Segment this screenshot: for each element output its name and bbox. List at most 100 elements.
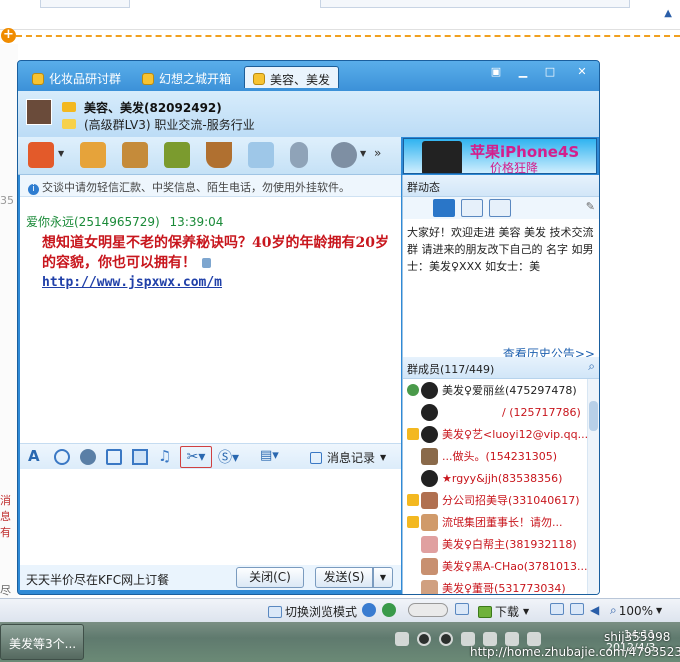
member-row[interactable]: 美发♀黑A-CHao(3781013...	[407, 555, 588, 577]
chevron-down-icon: ▼	[656, 606, 663, 615]
send-button[interactable]: 发送(S)	[315, 567, 373, 588]
member-row[interactable]: ★rgyy&jjh(83538356)	[407, 467, 587, 489]
tab-label: 化妆品研讨群	[49, 72, 122, 86]
member-avatar	[421, 447, 438, 465]
phone-image	[422, 141, 462, 173]
group-avatar[interactable]	[26, 99, 52, 125]
info-icon: i	[28, 184, 39, 195]
microphone-icon[interactable]	[290, 142, 308, 168]
chevron-down-icon[interactable]: ▼	[58, 149, 64, 158]
taskbar-qq-button[interactable]: 美发等3个...	[0, 624, 84, 660]
member-header: 群成员(117/449) ⌕	[403, 357, 599, 379]
more-icon[interactable]: »	[374, 146, 381, 160]
message-input[interactable]	[20, 469, 401, 569]
side-fragment: 消息有	[0, 494, 11, 539]
chevron-down-icon: ▼	[523, 607, 530, 616]
page-divider	[16, 35, 680, 37]
member-row[interactable]: 美发♀白帮主(381932118)	[407, 533, 587, 555]
security-icon[interactable]	[382, 603, 396, 617]
message-body: 想知道女明星不老的保养秘诀吗？40岁的年龄拥有20岁的容貌，你也可以拥有！	[42, 233, 392, 273]
close-icon[interactable]: ✕	[574, 65, 590, 79]
zoom-icon: ⌕	[610, 603, 617, 617]
volume-tray-icon[interactable]	[505, 632, 519, 646]
image-icon[interactable]	[132, 449, 148, 465]
member-row[interactable]: / (125717786)	[407, 401, 587, 423]
plus-icon[interactable]: +	[1, 28, 16, 43]
owner-icon	[407, 384, 419, 396]
qq-penguin-avatar	[421, 425, 438, 443]
photo-icon[interactable]	[461, 199, 483, 217]
screenshot-icon[interactable]: ✂▾	[180, 446, 212, 468]
iphone-ad-banner[interactable]: 苹果iPhone4S 价格狂降	[403, 138, 597, 174]
maximize-icon[interactable]: □	[542, 65, 558, 79]
compat-mode-label: 切换浏览模式	[285, 605, 358, 619]
member-row[interactable]: 美发♀爱丽丝(475297478)	[407, 379, 587, 401]
member-row[interactable]: 美发♀董哥(531773034)	[407, 577, 587, 594]
video-chat-icon[interactable]: ▤▾	[260, 448, 290, 464]
print-icon[interactable]	[570, 603, 587, 615]
music-icon[interactable]: ♫	[158, 447, 174, 465]
notice-tabs: ✎	[403, 197, 599, 219]
qq-tray-icon[interactable]	[439, 632, 453, 646]
window-menu-icon[interactable]: ▣	[488, 65, 504, 79]
search-icon[interactable]: ⌕	[588, 359, 595, 374]
notice-header: 群动态	[403, 175, 599, 197]
chevron-down-icon[interactable]: ▼	[360, 149, 366, 158]
edit-icon[interactable]	[106, 449, 122, 465]
message-history-button[interactable]: 消息记录 ▼	[310, 449, 386, 466]
video-icon[interactable]	[164, 142, 190, 168]
album-icon[interactable]	[122, 142, 148, 168]
tab-beauty-group[interactable]: 美容、美发	[244, 66, 340, 88]
battery-icon[interactable]	[527, 632, 541, 646]
kfc-ad-link[interactable]: 天天半价尽在KFC网上订餐	[26, 571, 169, 588]
tab-fantasy-group[interactable]: 幻想之城开箱	[134, 66, 239, 88]
message-sender[interactable]: 爱你永远(2514965729) 13:39:04	[26, 213, 223, 230]
envelope-icon	[455, 603, 469, 615]
keyboard-icon[interactable]	[395, 632, 409, 646]
mail-icon[interactable]	[455, 603, 472, 615]
zoom-control[interactable]: ⌕ 100% ▼	[610, 603, 662, 618]
admin-crown-icon	[407, 516, 419, 528]
member-name: / (125717786)	[502, 405, 581, 419]
chat-add-icon[interactable]	[248, 142, 274, 168]
ie-icon[interactable]	[362, 603, 376, 617]
coin-icon[interactable]: Ⓢ▾	[218, 447, 248, 466]
minimize-icon[interactable]: ▁	[515, 65, 531, 79]
message-link[interactable]: http://www.jspxwx.com/m	[42, 275, 222, 290]
qq-tray-icon[interactable]	[417, 632, 431, 646]
volume-icon[interactable]: ◀	[590, 603, 599, 617]
scrollbar-thumb[interactable]	[589, 401, 598, 431]
font-icon[interactable]: A	[28, 447, 44, 465]
folder-icon[interactable]	[80, 142, 106, 168]
member-row[interactable]: ...做头。(154231305)	[407, 445, 587, 467]
emoji-icon[interactable]	[54, 449, 70, 465]
history-tool-icon[interactable]	[550, 603, 567, 615]
member-row[interactable]: 美发♀艺<luoyi12@vip.qq...	[407, 423, 588, 445]
close-button[interactable]: 关闭(C)	[236, 567, 304, 588]
message-time: 13:39:04	[169, 215, 224, 229]
group-side-panel: 群动态 ✎ 大家好！欢迎走进 美容 美发 技术交流群 请进来的朋友改下自己的 名…	[402, 175, 599, 594]
toggle-icon[interactable]	[408, 603, 448, 617]
compat-mode-button[interactable]: 切换浏览模式	[268, 603, 357, 620]
network-icon[interactable]	[483, 632, 497, 646]
member-row[interactable]: 流氓集团董事长！请勿...	[407, 511, 587, 533]
download-button[interactable]: 下载 ▼	[478, 603, 529, 620]
send-options-button[interactable]: ▼	[373, 567, 393, 588]
magic-face-icon[interactable]	[80, 449, 96, 465]
announcement-icon[interactable]	[433, 199, 455, 217]
system-tray	[395, 632, 541, 646]
member-name: 美发♀黑A-CHao(3781013...	[442, 560, 588, 573]
side-fragment: 尽	[0, 584, 11, 597]
wrench-icon[interactable]: ✎	[586, 200, 595, 213]
home-icon[interactable]	[28, 142, 54, 168]
member-avatar	[421, 535, 438, 553]
member-scrollbar[interactable]	[587, 379, 599, 594]
member-row[interactable]: 分公司招美导(331040617)	[407, 489, 587, 511]
list-icon[interactable]	[489, 199, 511, 217]
scroll-up-icon[interactable]: ▲	[664, 8, 672, 19]
flag-icon[interactable]	[461, 632, 475, 646]
tab-cosmetics-group[interactable]: 化妆品研讨群	[24, 66, 129, 88]
coffee-icon[interactable]	[206, 142, 232, 168]
gear-icon[interactable]	[331, 142, 357, 168]
